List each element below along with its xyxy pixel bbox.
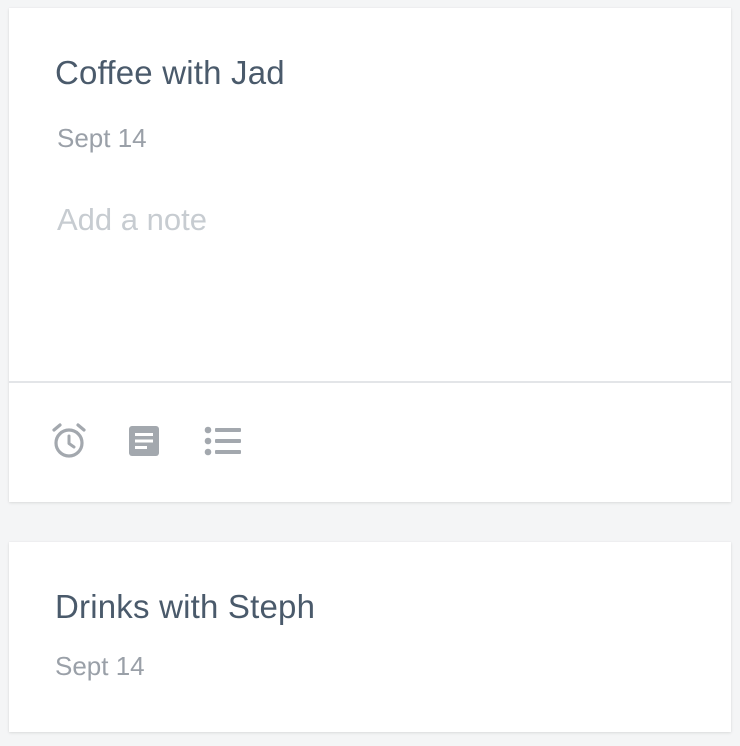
list-button[interactable] [201, 419, 245, 463]
card-toolbar [9, 383, 731, 502]
event-card-drinks[interactable]: Drinks with Steph Sept 14 [9, 542, 731, 732]
list-icon [204, 426, 241, 456]
event-card-coffee[interactable]: Coffee with Jad Sept 14 [9, 8, 731, 502]
alarm-icon [52, 423, 86, 458]
note-icon [129, 426, 159, 456]
add-note-input[interactable] [57, 198, 677, 242]
event-title: Coffee with Jad [55, 54, 285, 91]
event-title: Drinks with Steph [55, 588, 316, 625]
event-date: Sept 14 [57, 123, 147, 153]
event-date: Sept 14 [55, 651, 145, 681]
note-button[interactable] [122, 419, 166, 463]
alarm-button[interactable] [47, 419, 91, 463]
